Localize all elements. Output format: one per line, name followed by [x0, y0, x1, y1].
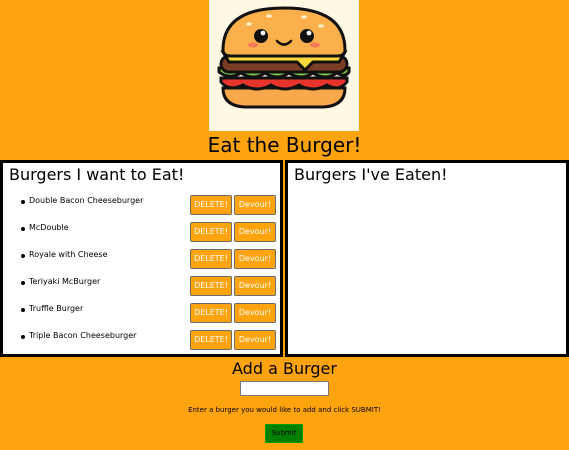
list-item: Double Bacon Cheeseburger DELETE! Devour… — [3, 192, 280, 219]
add-burger-hint: Enter a burger you would like to add and… — [188, 406, 381, 414]
list-item: Triple Bacon Cheeseburger DELETE! Devour… — [3, 327, 280, 354]
devour-button[interactable]: Devour! — [234, 276, 276, 296]
list-item: Royale with Cheese DELETE! Devour! — [3, 246, 280, 273]
add-burger-heading: Add a Burger — [232, 359, 337, 378]
burger-logo — [209, 0, 359, 131]
burger-name: Truffle Burger — [29, 304, 84, 313]
list-item: Teriyaki McBurger DELETE! Devour! — [3, 273, 280, 300]
burgers-to-eat-heading: Burgers I want to Eat! — [9, 165, 185, 184]
devour-button[interactable]: Devour! — [234, 195, 276, 215]
bullet-icon — [21, 227, 25, 231]
delete-button[interactable]: DELETE! — [190, 195, 232, 215]
list-item: Truffle Burger DELETE! Devour! — [3, 300, 280, 327]
burgers-to-eat-list: Double Bacon Cheeseburger DELETE! Devour… — [3, 192, 280, 354]
delete-button[interactable]: DELETE! — [190, 330, 232, 350]
bullet-icon — [21, 308, 25, 312]
burger-name: Triple Bacon Cheeseburger — [29, 331, 137, 340]
bullet-icon — [21, 281, 25, 285]
devour-button[interactable]: Devour! — [234, 249, 276, 269]
burger-name-input[interactable] — [240, 381, 329, 396]
bullet-icon — [21, 335, 25, 339]
burger-name: Royale with Cheese — [29, 250, 108, 259]
burger-logo-icon — [217, 6, 351, 109]
submit-button[interactable]: Submit — [265, 424, 303, 443]
bullet-icon — [21, 200, 25, 204]
burgers-to-eat-panel: Burgers I want to Eat! Double Bacon Chee… — [0, 160, 283, 357]
burger-name: McDouble — [29, 223, 69, 232]
burgers-eaten-heading: Burgers I've Eaten! — [294, 165, 448, 184]
burgers-eaten-panel: Burgers I've Eaten! — [285, 160, 569, 357]
devour-button[interactable]: Devour! — [234, 330, 276, 350]
delete-button[interactable]: DELETE! — [190, 303, 232, 323]
devour-button[interactable]: Devour! — [234, 222, 276, 242]
delete-button[interactable]: DELETE! — [190, 276, 232, 296]
devour-button[interactable]: Devour! — [234, 303, 276, 323]
page-title: Eat the Burger! — [207, 133, 362, 157]
delete-button[interactable]: DELETE! — [190, 249, 232, 269]
delete-button[interactable]: DELETE! — [190, 222, 232, 242]
burger-name: Teriyaki McBurger — [29, 277, 101, 286]
list-item: McDouble DELETE! Devour! — [3, 219, 280, 246]
burger-name: Double Bacon Cheeseburger — [29, 196, 144, 205]
bullet-icon — [21, 254, 25, 258]
